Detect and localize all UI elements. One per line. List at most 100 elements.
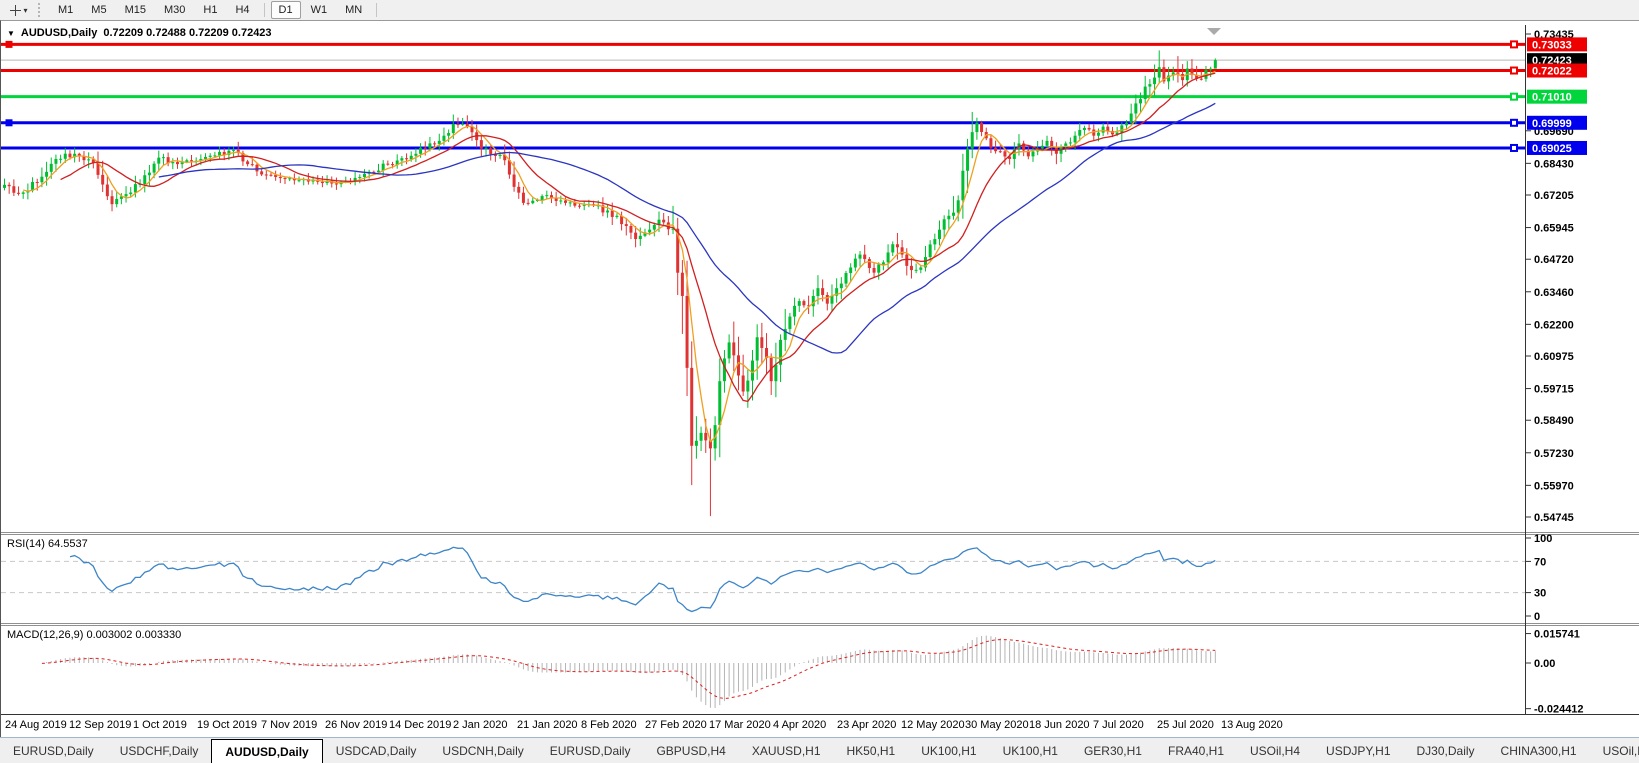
chart-title: ▼ AUDUSD,Daily 0.72209 0.72488 0.72209 0… <box>7 27 272 39</box>
price-tick-label: 0.60975 <box>1534 351 1574 363</box>
timeframe-button-mn[interactable]: MN <box>337 1 370 19</box>
toolbar-grip <box>38 3 43 17</box>
timeframe-button-d1[interactable]: D1 <box>270 1 301 19</box>
line-handle[interactable] <box>5 40 13 48</box>
hline-price-label: 0.73033 <box>1527 37 1587 52</box>
line-handle[interactable] <box>1510 143 1518 152</box>
price-tick-label: 0.57230 <box>1534 448 1574 460</box>
line-handle[interactable] <box>1510 40 1518 49</box>
x-axis-label: 23 Apr 2020 <box>837 719 897 731</box>
symbol-label: AUDUSD,Daily <box>20 27 98 39</box>
x-axis-label: 24 Aug 2019 <box>5 719 67 731</box>
x-axis-label: 7 Jul 2020 <box>1093 719 1144 731</box>
x-axis-label: 27 Feb 2020 <box>645 719 707 731</box>
hline-price-label: 0.69999 <box>1527 115 1587 130</box>
price-chart[interactable]: 0.734350.696900.684300.672050.659450.647… <box>1 25 1639 715</box>
x-axis-label: 17 Mar 2020 <box>709 719 771 731</box>
chart-tab-audusd-daily[interactable]: AUDUSD,Daily <box>211 739 323 763</box>
timeframe-buttons: M1 M5 M15 M30 H1 H4 D1 W1 MN <box>49 1 382 19</box>
price-tick-label: 0.68430 <box>1534 158 1574 170</box>
timeframe-button-h4[interactable]: H4 <box>227 1 257 19</box>
mt4-terminal: ▾ M1 M5 M15 M30 H1 H4 D1 W1 MN ▼ AUDUSD,Daily 0.… <box>0 0 1639 763</box>
chart-tab-usoil-h1[interactable]: USOil,H1 <box>1590 738 1639 763</box>
x-axis-label: 12 Sep 2019 <box>69 719 132 731</box>
chart-window: ▼ AUDUSD,Daily 0.72209 0.72488 0.72209 0… <box>0 20 1639 738</box>
timeframe-button-w1[interactable]: W1 <box>303 1 336 19</box>
x-axis-label: 18 Jun 2020 <box>1029 719 1090 731</box>
timeframe-toolbar: ▾ M1 M5 M15 M30 H1 H4 D1 W1 MN <box>0 0 1639 21</box>
rsi-label: RSI(14) 64.5537 <box>7 538 88 550</box>
macd-tick-label: 0.00 <box>1534 658 1555 670</box>
autoscroll-marker-icon <box>1207 28 1221 35</box>
chevron-down-icon: ▾ <box>23 5 28 15</box>
chart-tab-bar: EURUSD,Daily USDCHF,Daily AUDUSD,Daily USDC… <box>0 737 1639 763</box>
macd-tick-label: 0.015741 <box>1534 629 1580 641</box>
hline-price-label: 0.72022 <box>1527 63 1587 78</box>
collapse-triangle-icon[interactable]: ▼ <box>7 29 15 38</box>
x-axis-label: 19 Oct 2019 <box>197 719 257 731</box>
chart-tab-usdjpy-h1[interactable]: USDJPY,H1 <box>1313 738 1403 763</box>
line-handle[interactable] <box>5 119 13 127</box>
chart-tab-uk100-h1[interactable]: UK100,H1 <box>990 738 1071 763</box>
timeframe-button-h1[interactable]: H1 <box>195 1 225 19</box>
x-axis-label: 8 Feb 2020 <box>581 719 637 731</box>
line-handle[interactable] <box>1510 92 1518 101</box>
rsi-line <box>69 546 1216 613</box>
line-handle[interactable] <box>1510 66 1518 75</box>
timeframe-button-m5[interactable]: M5 <box>83 1 114 19</box>
macd-label: MACD(12,26,9) 0.003002 0.003330 <box>7 629 181 641</box>
svg-text:0.71010: 0.71010 <box>1532 92 1572 104</box>
price-tick-label: 0.54745 <box>1534 512 1574 524</box>
x-axis-label: 26 Nov 2019 <box>325 719 388 731</box>
x-axis[interactable]: 24 Aug 2019 12 Sep 2019 1 Oct 2019 19 Oct 2… <box>1 715 1639 737</box>
chart-tab-usoil-h4[interactable]: USOil,H4 <box>1237 738 1313 763</box>
chart-tab-usdcnh-daily[interactable]: USDCNH,Daily <box>429 738 536 763</box>
svg-text:0.73033: 0.73033 <box>1532 39 1572 51</box>
svg-text:0.69999: 0.69999 <box>1532 118 1572 130</box>
x-axis-label: 7 Nov 2019 <box>261 719 318 731</box>
x-axis-label: 13 Aug 2020 <box>1221 719 1283 731</box>
rsi-tick-label: 30 <box>1534 588 1546 600</box>
price-tick-label: 0.63460 <box>1534 287 1574 299</box>
chart-tab-uk100-h1[interactable]: UK100,H1 <box>908 738 989 763</box>
price-tick-label: 0.67205 <box>1534 190 1574 202</box>
price-tick-label: 0.62200 <box>1534 319 1574 331</box>
chart-tab-eurusd-daily[interactable]: EURUSD,Daily <box>0 738 107 763</box>
toolbar-separator <box>376 3 378 17</box>
chart-tab-china300-h1[interactable]: CHINA300,H1 <box>1488 738 1590 763</box>
rsi-tick-label: 70 <box>1534 556 1546 568</box>
timeframe-button-m15[interactable]: M15 <box>117 1 154 19</box>
svg-text:0.69025: 0.69025 <box>1532 143 1572 155</box>
chart-tab-eurusd-daily[interactable]: EURUSD,Daily <box>537 738 644 763</box>
macd-histogram <box>46 635 1216 709</box>
price-tick-label: 0.55970 <box>1534 480 1574 492</box>
x-axis-label: 14 Dec 2019 <box>389 719 452 731</box>
chart-tab-usdcad-daily[interactable]: USDCAD,Daily <box>323 738 430 763</box>
crosshair-tool-button[interactable]: ▾ <box>4 2 34 18</box>
hline-price-label: 0.69025 <box>1527 140 1587 155</box>
moving-average-fast <box>23 70 1216 443</box>
x-axis-label: 25 Jul 2020 <box>1157 719 1214 731</box>
price-tick-label: 0.59715 <box>1534 384 1574 396</box>
x-axis-label: 21 Jan 2020 <box>517 719 578 731</box>
ohlc-values: 0.72209 0.72488 0.72209 0.72423 <box>103 27 272 39</box>
timeframe-button-m30[interactable]: M30 <box>156 1 193 19</box>
timeframe-button-m1[interactable]: M1 <box>50 1 81 19</box>
x-axis-label: 4 Apr 2020 <box>773 719 827 731</box>
chart-tab-ger30-h1[interactable]: GER30,H1 <box>1071 738 1155 763</box>
line-handle[interactable] <box>1510 118 1518 127</box>
crosshair-icon <box>10 4 22 16</box>
chart-tab-dj30-daily[interactable]: DJ30,Daily <box>1404 738 1488 763</box>
candles <box>3 50 1217 517</box>
chart-tab-usdchf-daily[interactable]: USDCHF,Daily <box>107 738 212 763</box>
price-tick-label: 0.65945 <box>1534 223 1574 235</box>
chart-tab-fra40-h1[interactable]: FRA40,H1 <box>1155 738 1237 763</box>
chart-tab-xauusd-h1[interactable]: XAUUSD,H1 <box>739 738 834 763</box>
x-axis-label: 30 May 2020 <box>965 719 1029 731</box>
chart-tab-hk50-h1[interactable]: HK50,H1 <box>834 738 909 763</box>
svg-text:0.72022: 0.72022 <box>1532 66 1572 78</box>
chart-tab-gbpusd-h4[interactable]: GBPUSD,H4 <box>643 738 738 763</box>
price-tick-label: 0.64720 <box>1534 254 1574 266</box>
x-axis-label: 2 Jan 2020 <box>453 719 508 731</box>
x-axis-label: 1 Oct 2019 <box>133 719 187 731</box>
